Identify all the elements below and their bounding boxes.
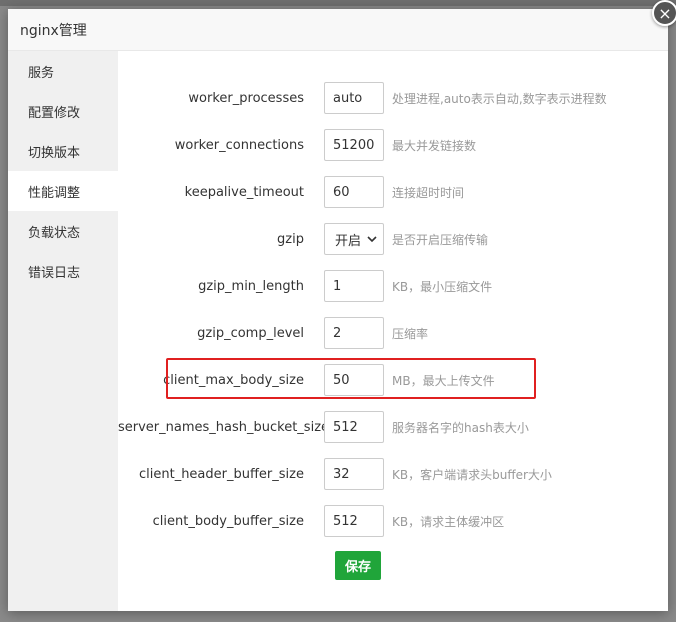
field-hint: 是否开启压缩传输	[392, 232, 489, 247]
field-label: gzip_min_length	[198, 278, 304, 294]
field-label: gzip	[277, 231, 304, 247]
form-row: server_names_hash_bucket_size 512 服务器名字的…	[118, 410, 668, 444]
field-label: client_header_buffer_size	[138, 466, 304, 482]
form-row: worker_connections 51200 最大并发链接数	[118, 128, 668, 162]
field-hint: 服务器名字的hash表大小	[392, 420, 529, 435]
keepalive-timeout-input[interactable]: 60	[324, 176, 384, 208]
field-label: gzip_comp_level	[197, 325, 304, 341]
worker-processes-input[interactable]: auto	[324, 82, 384, 114]
client-body-buffer-size-input[interactable]: 512	[324, 505, 384, 537]
field-label: worker_processes	[188, 90, 304, 106]
field-hint: 处理进程,auto表示自动,数字表示进程数	[392, 91, 607, 106]
field-hint: KB，客户端请求头buffer大小	[392, 467, 552, 482]
chevron-down-icon	[367, 232, 377, 247]
field-label: client_body_buffer_size	[152, 513, 304, 529]
field-label: keepalive_timeout	[184, 184, 304, 200]
sidebar-item-error-log[interactable]: 错误日志	[8, 251, 118, 291]
form-row: worker_processes auto 处理进程,auto表示自动,数字表示…	[118, 81, 668, 115]
worker-connections-input[interactable]: 51200	[324, 129, 384, 161]
highlight-box	[166, 358, 536, 399]
dialog-header: nginx管理	[8, 9, 668, 51]
sidebar-item-load-status[interactable]: 负载状态	[8, 211, 118, 251]
form-row: client_body_buffer_size 512 KB，请求主体缓冲区	[118, 504, 668, 538]
sidebar: 服务 配置修改 切换版本 性能调整 负载状态 错误日志	[8, 51, 118, 611]
sidebar-item-performance[interactable]: 性能调整	[8, 171, 118, 211]
nginx-manager-dialog: nginx管理 服务 配置修改 切换版本 性能调整 负载状态 错误日志 work…	[8, 9, 668, 611]
field-hint: 连接超时时间	[392, 185, 465, 200]
dialog-body: 服务 配置修改 切换版本 性能调整 负载状态 错误日志 worker_proce…	[8, 51, 668, 611]
gzip-select-value: 开启	[335, 233, 362, 249]
form-row: gzip 开启 是否开启压缩传输	[118, 222, 668, 256]
close-button[interactable]: ×	[652, 0, 676, 26]
gzip-select[interactable]: 开启	[324, 223, 384, 255]
gzip-comp-level-input[interactable]: 2	[324, 317, 384, 349]
field-hint: KB，请求主体缓冲区	[392, 514, 505, 529]
field-label: server_names_hash_bucket_size	[118, 419, 330, 435]
gzip-min-length-input[interactable]: 1	[324, 270, 384, 302]
field-hint: 最大并发链接数	[392, 138, 477, 153]
save-button[interactable]: 保存	[335, 551, 381, 580]
performance-form: worker_processes auto 处理进程,auto表示自动,数字表示…	[118, 51, 668, 611]
close-icon: ×	[658, 3, 672, 23]
server-names-hash-bucket-size-input[interactable]: 512	[324, 411, 384, 443]
form-row: keepalive_timeout 60 连接超时时间	[118, 175, 668, 209]
form-row: gzip_min_length 1 KB，最小压缩文件	[118, 269, 668, 303]
dialog-title: nginx管理	[20, 22, 87, 39]
sidebar-item-service[interactable]: 服务	[8, 51, 118, 91]
sidebar-item-switch-version[interactable]: 切换版本	[8, 131, 118, 171]
field-hint: KB，最小压缩文件	[392, 279, 493, 294]
background-top-strip	[0, 0, 676, 6]
form-row: client_header_buffer_size 32 KB，客户端请求头bu…	[118, 457, 668, 491]
sidebar-item-config[interactable]: 配置修改	[8, 91, 118, 131]
field-label: worker_connections	[174, 137, 304, 153]
form-row: gzip_comp_level 2 压缩率	[118, 316, 668, 350]
client-header-buffer-size-input[interactable]: 32	[324, 458, 384, 490]
field-hint: 压缩率	[392, 326, 429, 341]
